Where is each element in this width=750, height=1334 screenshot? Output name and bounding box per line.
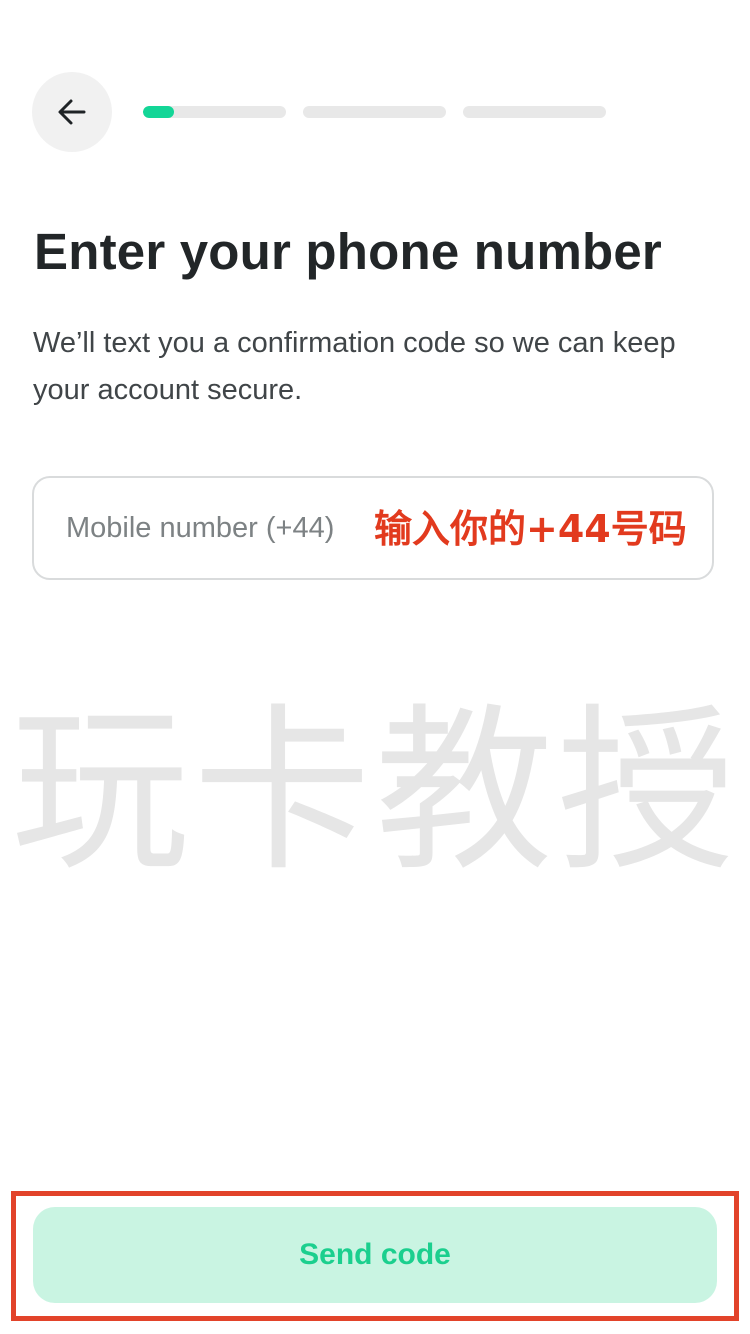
step-progress: [143, 106, 607, 118]
watermark-text: 玩卡教授: [11, 688, 739, 895]
instruction-annotation: 输入你的+44号码: [374, 507, 687, 551]
back-button[interactable]: [32, 72, 112, 152]
send-code-button[interactable]: Send code: [33, 1207, 717, 1303]
page-title: Enter your phone number: [34, 223, 662, 280]
progress-step-2: [303, 106, 446, 118]
progress-step-1: [143, 106, 286, 118]
progress-step-3: [463, 106, 606, 118]
page-subtitle: We’ll text you a confirmation code so we…: [33, 327, 676, 406]
progress-step-1-fill: [143, 106, 175, 118]
arrow-left-icon: [57, 97, 87, 127]
